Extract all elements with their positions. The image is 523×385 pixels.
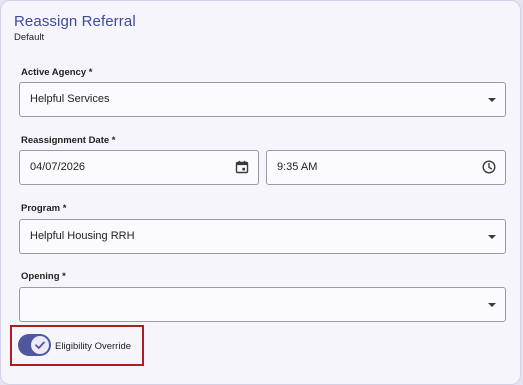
program-select[interactable]: Helpful Housing RRH: [19, 219, 506, 254]
chevron-down-icon: [488, 98, 496, 102]
program-label: Program *: [21, 203, 67, 214]
opening-select[interactable]: [19, 287, 506, 322]
active-agency-label: Active Agency *: [21, 67, 93, 78]
page-title: Reassign Referral: [14, 13, 136, 30]
page-subtitle: Default: [14, 32, 45, 43]
chevron-down-icon: [488, 235, 496, 239]
calendar-icon[interactable]: [235, 160, 249, 174]
active-agency-value: Helpful Services: [30, 93, 110, 105]
reassignment-date-value: 04/07/2026: [30, 161, 86, 173]
reassignment-date-label: Reassignment Date *: [21, 135, 116, 146]
reassignment-date-input[interactable]: 04/07/2026: [19, 150, 259, 185]
active-agency-select[interactable]: Helpful Services: [19, 82, 506, 117]
eligibility-override-label[interactable]: Eligibility Override: [55, 341, 131, 352]
opening-label: Opening *: [21, 271, 66, 282]
toggle-knob: [31, 336, 49, 354]
chevron-down-icon: [488, 303, 496, 307]
clock-icon[interactable]: [482, 160, 496, 174]
program-value: Helpful Housing RRH: [30, 230, 135, 242]
reassignment-time-value: 9:35 AM: [277, 161, 318, 173]
checkmark-icon: [35, 341, 45, 349]
eligibility-override-toggle[interactable]: [18, 334, 51, 356]
reassignment-time-input[interactable]: 9:35 AM: [266, 150, 506, 185]
